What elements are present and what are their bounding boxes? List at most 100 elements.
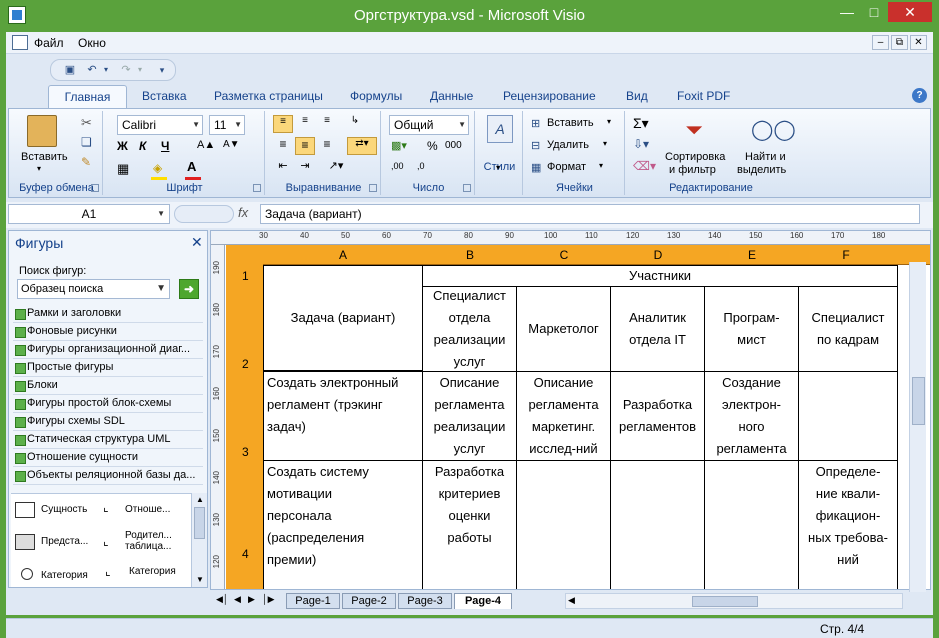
- cell-c2[interactable]: Маркетолог: [516, 286, 611, 372]
- sort-filter-icon[interactable]: ⏷: [679, 115, 709, 145]
- tab-data[interactable]: Данные: [430, 89, 473, 103]
- stencil-item[interactable]: Простые фигуры: [13, 359, 203, 377]
- formula-controls[interactable]: [174, 205, 234, 223]
- fill-icon[interactable]: ⇩▾: [633, 137, 649, 151]
- paste-button[interactable]: Вставить: [21, 151, 68, 163]
- bold-icon[interactable]: Ж: [117, 139, 128, 153]
- horizontal-scroll-thumb[interactable]: [692, 596, 758, 607]
- font-name-select[interactable]: Calibri ▼: [117, 115, 203, 135]
- wrap-text-icon[interactable]: ↳: [345, 115, 365, 133]
- thousands-icon[interactable]: 000: [445, 140, 462, 151]
- scroll-left-icon[interactable]: ◀: [568, 595, 575, 606]
- page-tab-4[interactable]: Page-4: [454, 593, 512, 609]
- cell-a4[interactable]: Создать систему мотивации персонала (рас…: [263, 460, 423, 589]
- stencil-item[interactable]: Фигуры организационной диаг...: [13, 341, 203, 359]
- cell-d3[interactable]: Разработка регламентов: [610, 371, 705, 461]
- col-header-b[interactable]: B: [423, 248, 517, 262]
- cell-a3[interactable]: Создать электронный регламент (трэкинг з…: [263, 371, 423, 461]
- name-box[interactable]: A1 ▼: [8, 204, 170, 224]
- shape-view[interactable]: Предста...: [41, 536, 88, 547]
- fill-color-icon[interactable]: ◈: [153, 161, 162, 175]
- scroll-down-icon[interactable]: ▼: [196, 575, 204, 584]
- format-cells-button[interactable]: Формат: [547, 161, 586, 173]
- delete-cells-icon[interactable]: ⊟: [531, 139, 540, 152]
- tab-view[interactable]: Вид: [626, 89, 648, 103]
- clipboard-launcher-icon[interactable]: [91, 184, 99, 192]
- chevron-down-icon[interactable]: ▾: [599, 161, 603, 170]
- insert-cells-icon[interactable]: ⊞: [531, 117, 540, 130]
- shapes-scrollbar[interactable]: ▲ ▼: [191, 493, 207, 587]
- merge-center-icon[interactable]: ⇄▾: [347, 137, 377, 155]
- cell-e4[interactable]: [704, 460, 799, 589]
- tab-insert[interactable]: Вставка: [142, 89, 187, 103]
- first-page-icon[interactable]: ◀│: [216, 594, 229, 605]
- styles-icon[interactable]: A: [487, 115, 513, 143]
- align-center-icon[interactable]: ≡: [295, 137, 315, 155]
- stencil-item[interactable]: Фигуры схемы SDL: [13, 413, 203, 431]
- copy-icon[interactable]: ❏: [81, 135, 92, 149]
- font-size-select[interactable]: 11 ▼: [209, 115, 245, 135]
- orientation-icon[interactable]: ↗▾: [323, 159, 349, 177]
- cell-d2[interactable]: Аналитик отдела IT: [610, 286, 705, 372]
- page-tab-3[interactable]: Page-3: [398, 593, 452, 609]
- align-left-icon[interactable]: ≡: [273, 137, 293, 155]
- underline-icon[interactable]: Ч: [161, 139, 169, 153]
- font-launcher-icon[interactable]: [253, 184, 261, 192]
- align-top-icon[interactable]: ≡: [273, 115, 293, 133]
- menu-file[interactable]: Файл: [34, 36, 64, 50]
- doc-minimize-icon[interactable]: –: [872, 35, 889, 50]
- delete-cells-button[interactable]: Удалить: [547, 139, 589, 151]
- col-header-f[interactable]: F: [799, 248, 893, 262]
- stencil-item[interactable]: Фоновые рисунки: [13, 323, 203, 341]
- menu-window[interactable]: Окно: [78, 36, 106, 50]
- close-icon[interactable]: ✕: [191, 234, 203, 251]
- stencil-item[interactable]: Объекты реляционной базы да...: [13, 467, 203, 485]
- paste-icon[interactable]: [27, 115, 57, 147]
- shape-parent-table[interactable]: Родител... таблица...: [125, 530, 185, 552]
- find-select-button-line2[interactable]: выделить: [737, 164, 786, 176]
- doc-close-icon[interactable]: ✕: [910, 35, 927, 50]
- search-go-icon[interactable]: ➜: [179, 279, 199, 299]
- row-header-1[interactable]: 1: [242, 269, 249, 283]
- formula-input[interactable]: Задача (вариант): [260, 204, 920, 224]
- shape-category-2[interactable]: Категория: [129, 566, 176, 577]
- insert-cells-button[interactable]: Вставить: [547, 117, 594, 129]
- help-icon[interactable]: ?: [912, 88, 927, 103]
- cell-f4[interactable]: Определе- ние квали- фикацион- ных требо…: [798, 460, 898, 589]
- view-shape-icon[interactable]: [15, 534, 35, 550]
- chevron-down-icon[interactable]: ▾: [603, 139, 607, 148]
- category-shape-icon[interactable]: [21, 568, 33, 580]
- stencil-item[interactable]: Блоки: [13, 377, 203, 395]
- tab-foxit-pdf[interactable]: Foxit PDF: [677, 89, 730, 103]
- format-painter-icon[interactable]: ✎: [81, 155, 91, 169]
- tab-review[interactable]: Рецензирование: [503, 89, 596, 103]
- parent-table-shape-icon[interactable]: ⌞: [103, 534, 119, 548]
- autosum-icon[interactable]: Σ▾: [633, 115, 649, 132]
- next-page-icon[interactable]: ▶: [248, 594, 255, 605]
- percent-icon[interactable]: %: [427, 139, 438, 153]
- decrease-decimal-icon[interactable]: ,0: [417, 161, 425, 171]
- save-icon[interactable]: ▣: [63, 63, 77, 77]
- alignment-launcher-icon[interactable]: [369, 184, 377, 192]
- shape-relationship[interactable]: Отноше...: [125, 504, 170, 515]
- search-input[interactable]: Образец поиска ▼: [17, 279, 170, 299]
- grow-font-icon[interactable]: A▲: [197, 139, 215, 151]
- borders-icon[interactable]: ▦: [117, 161, 129, 177]
- font-color-icon[interactable]: A: [187, 159, 196, 174]
- binoculars-icon[interactable]: ◯◯: [751, 115, 796, 145]
- stencil-item[interactable]: Фигуры простой блок-схемы: [13, 395, 203, 413]
- row-header-4[interactable]: 4: [242, 547, 249, 561]
- cell-b2[interactable]: Специалист отдела реализации услуг: [422, 286, 517, 372]
- tab-page-layout[interactable]: Разметка страницы: [214, 89, 323, 103]
- cell-c3[interactable]: Описание регламента маркетинг. исслед-ни…: [516, 371, 611, 461]
- scroll-up-icon[interactable]: ▲: [196, 495, 204, 504]
- relationship-shape-icon[interactable]: ⌞: [103, 500, 119, 514]
- row-header-2[interactable]: 2: [242, 357, 249, 371]
- page-tab-2[interactable]: Page-2: [342, 593, 396, 609]
- shape-category[interactable]: Категория: [41, 570, 88, 581]
- cell-f3[interactable]: [798, 371, 898, 461]
- cell-b3[interactable]: Описание регламента реализации услуг: [422, 371, 517, 461]
- cell-d4[interactable]: [610, 460, 705, 589]
- page-tab-1[interactable]: Page-1: [286, 593, 340, 609]
- sort-filter-button[interactable]: Сортировка: [665, 151, 725, 163]
